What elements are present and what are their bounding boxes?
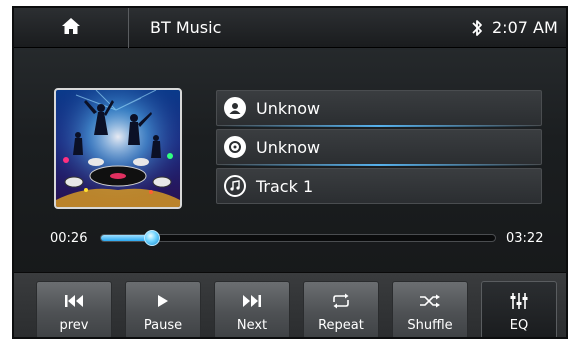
row-divider — [216, 125, 542, 127]
album-row: Unknow — [216, 129, 542, 165]
artist-row: Unknow — [216, 90, 542, 126]
total-time: 03:22 — [506, 231, 544, 246]
album-name: Unknow — [256, 137, 321, 157]
home-button[interactable] — [14, 8, 129, 48]
eq-label: EQ — [509, 318, 529, 333]
row-divider — [216, 164, 542, 166]
bluetooth-icon — [470, 18, 484, 38]
skip-next-icon — [242, 286, 262, 316]
album-icon — [224, 136, 246, 158]
artist-icon — [224, 97, 246, 119]
equalizer-icon — [510, 286, 528, 316]
skip-previous-icon — [64, 286, 84, 316]
pause-button[interactable]: Pause — [125, 281, 201, 337]
next-label: Next — [236, 318, 268, 333]
repeat-label: Repeat — [318, 318, 364, 333]
shuffle-button[interactable]: Shuffle — [392, 281, 468, 337]
pause-label: Pause — [143, 318, 183, 333]
elapsed-time: 00:26 — [50, 231, 88, 246]
eq-button[interactable]: EQ — [481, 281, 557, 337]
progress-handle[interactable] — [144, 230, 161, 246]
status-bar: BT Music 2:07 AM — [14, 8, 566, 48]
prev-button[interactable]: prev — [36, 281, 112, 337]
home-icon — [61, 17, 81, 39]
prev-label: prev — [59, 318, 89, 333]
clock: 2:07 AM — [492, 18, 558, 37]
app-title: BT Music — [150, 18, 222, 37]
track-row: Track 1 — [216, 168, 542, 204]
playback-controls: prev Pause Next Repeat Shuffle EQ — [14, 272, 566, 337]
next-button[interactable]: Next — [214, 281, 290, 337]
progress-bar[interactable] — [100, 230, 496, 246]
artist-name: Unknow — [256, 98, 321, 118]
repeat-icon — [330, 286, 352, 316]
shuffle-icon — [419, 286, 441, 316]
music-note-icon — [224, 175, 246, 197]
repeat-button[interactable]: Repeat — [303, 281, 379, 337]
play-icon — [157, 286, 169, 316]
bt-music-screen: BT Music 2:07 AM Unknow Unknow Track 1 0… — [12, 6, 568, 339]
album-art — [54, 88, 182, 209]
track-title: Track 1 — [256, 176, 314, 196]
shuffle-label: Shuffle — [407, 318, 453, 333]
